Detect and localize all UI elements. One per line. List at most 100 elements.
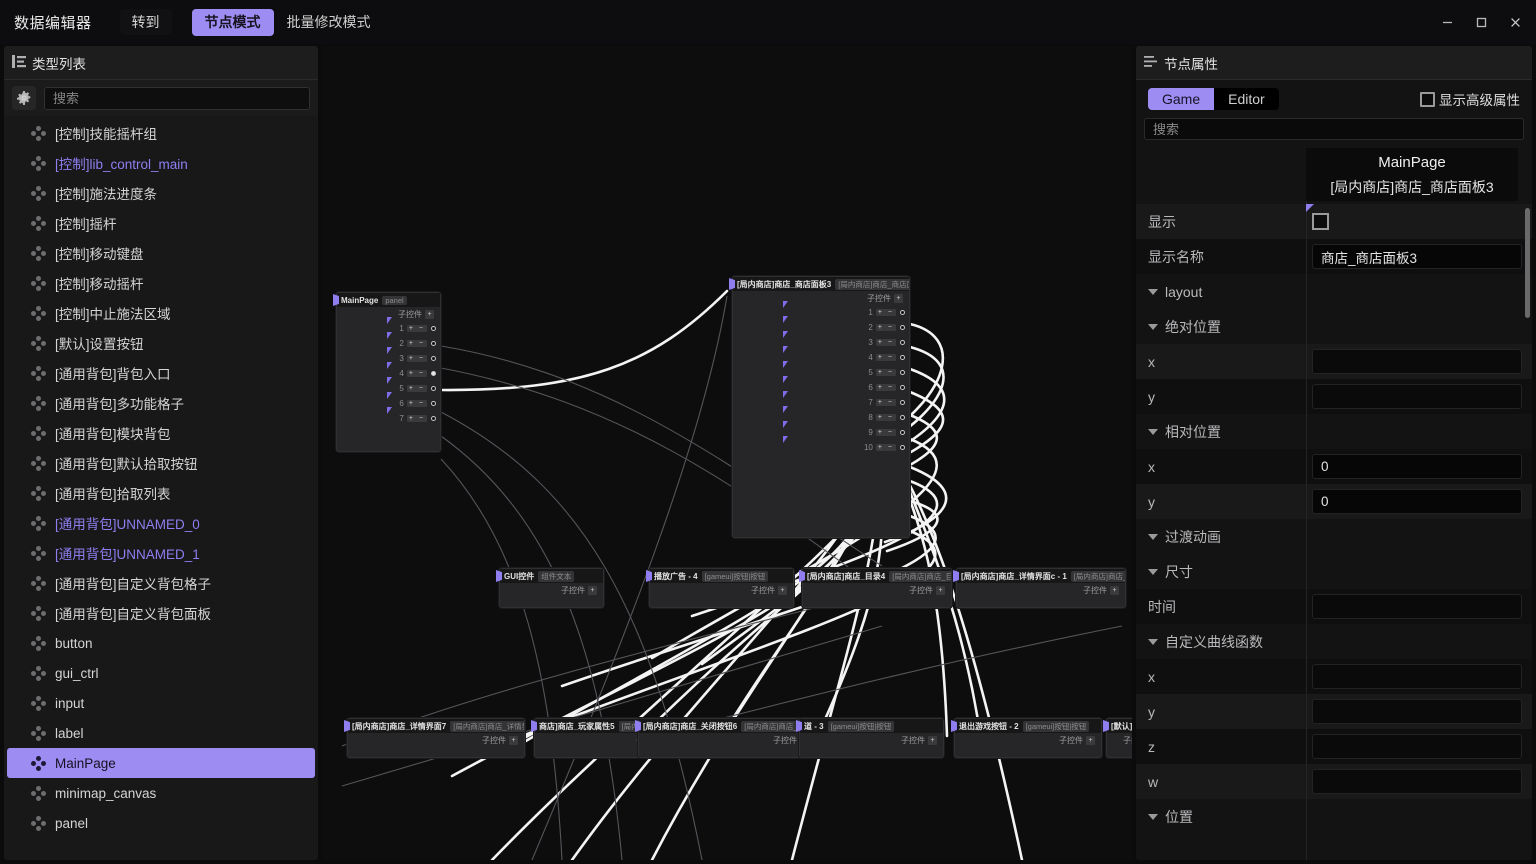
node-port-row[interactable]: 7 + − (337, 407, 440, 426)
port-add-remove-button[interactable]: + − (875, 369, 896, 376)
graph-node[interactable]: 退出游戏按钮 - 2 [gameui]按钮|按钮 子控件 + (951, 718, 1102, 758)
type-list-item[interactable]: [通用背包]模块背包 (7, 418, 315, 448)
segment-game[interactable]: Game (1148, 88, 1215, 110)
add-child-button[interactable]: + (588, 585, 597, 595)
type-list-item[interactable]: [通用背包]自定义背包格子 (7, 568, 315, 598)
type-list-item[interactable]: [控制]移动键盘 (7, 238, 315, 268)
port-add-remove-button[interactable]: + − (406, 340, 427, 347)
type-list-item[interactable]: [通用背包]默认拾取按钮 (7, 448, 315, 478)
port-connector[interactable] (431, 386, 436, 391)
port-add-remove-button[interactable]: + − (406, 400, 427, 407)
segment-editor[interactable]: Editor (1214, 88, 1279, 110)
add-child-button[interactable]: + (928, 735, 937, 745)
port-add-remove-button[interactable]: + − (875, 354, 896, 361)
node-port-row[interactable]: 4 + − (733, 346, 909, 365)
chevron-down-icon[interactable] (1148, 813, 1158, 820)
property-search-input[interactable] (1144, 118, 1524, 140)
port-connector[interactable] (900, 385, 905, 390)
port-connector[interactable] (900, 430, 905, 435)
type-list-item[interactable]: [通用背包]自定义背包面板 (7, 598, 315, 628)
type-list-item[interactable]: [控制]技能摇杆组 (7, 118, 315, 148)
add-child-button[interactable]: + (509, 735, 518, 745)
property-text-field[interactable] (1312, 384, 1522, 409)
node-port-row[interactable]: 5 + − (733, 361, 909, 380)
graph-node[interactable]: [局内商店]商店_关闭按钮6[局内商店]商店_关闭按钮子控件+ (635, 718, 816, 758)
property-text-field[interactable] (1312, 594, 1522, 619)
port-connector[interactable] (431, 356, 436, 361)
add-child-button[interactable]: + (894, 293, 903, 303)
type-list-item[interactable]: [通用背包]拾取列表 (7, 478, 315, 508)
property-text-field[interactable] (1312, 349, 1522, 374)
goto-button[interactable]: 转到 (119, 9, 172, 35)
port-connector[interactable] (900, 340, 905, 345)
port-add-remove-button[interactable]: + − (875, 324, 896, 331)
node-port-row[interactable]: 1 + − (733, 301, 909, 320)
tab-batch-mode[interactable]: 批量修改模式 (274, 9, 384, 36)
type-list-item[interactable]: minimap_canvas (7, 778, 315, 808)
graph-node[interactable]: [局内商店]商店_目录4[局内商店]商店_目录子控件+ (799, 568, 952, 608)
graph-node[interactable]: [局内商店]商店_详情界面c - 1[局内商店]商店_详情界子控件+ (953, 568, 1126, 608)
search-input[interactable] (44, 86, 310, 110)
type-list-item[interactable]: [通用背包]UNNAMED_0 (7, 508, 315, 538)
port-add-remove-button[interactable]: + − (875, 414, 896, 421)
node-port-row[interactable]: 8 + − (733, 406, 909, 425)
property-table[interactable]: MainPage [局内商店]商店_商店面板3 显示 显示名称 商店_商店面板3 la… (1136, 148, 1532, 860)
port-add-remove-button[interactable]: + − (875, 339, 896, 346)
minimize-icon[interactable] (1430, 7, 1464, 37)
type-list-item[interactable]: panel (7, 808, 315, 838)
graph-node[interactable]: 道 - 3 [gameui]按钮|按钮 子控件 + (796, 718, 944, 758)
property-text-field[interactable]: 0 (1312, 454, 1522, 479)
type-list-item[interactable]: input (7, 688, 315, 718)
node-port-row[interactable]: 10 + − (733, 436, 909, 455)
node-port-row[interactable]: 7 + − (733, 391, 909, 410)
type-list-item[interactable]: [控制]中止施法区域 (7, 298, 315, 328)
port-add-remove-button[interactable]: + − (406, 385, 427, 392)
type-list-item[interactable]: label (7, 718, 315, 748)
port-connector[interactable] (431, 326, 436, 331)
properties-scrollbar[interactable] (1525, 208, 1530, 318)
graph-node[interactable]: GUI控件 组件文本 子控件 + (496, 568, 604, 608)
type-list-item[interactable]: gui_ctrl (7, 658, 315, 688)
property-text-field[interactable] (1312, 734, 1522, 759)
port-add-remove-button[interactable]: + − (875, 309, 896, 316)
port-connector[interactable] (900, 355, 905, 360)
port-connector[interactable] (900, 310, 905, 315)
port-add-remove-button[interactable]: + − (875, 384, 896, 391)
property-text-field[interactable] (1312, 699, 1522, 724)
property-text-field[interactable]: 商店_商店面板3 (1312, 244, 1522, 269)
port-add-remove-button[interactable]: + − (875, 444, 896, 451)
show-advanced-toggle[interactable]: 显示高级属性 (1420, 89, 1520, 109)
chevron-down-icon[interactable] (1148, 428, 1158, 435)
close-icon[interactable] (1498, 7, 1532, 37)
port-connector[interactable] (900, 325, 905, 330)
node-graph-canvas[interactable]: MainPage panel 子控件 +1 + −2 + −3 + −4 + −5 + −6 + … (322, 46, 1132, 860)
type-list-item[interactable]: button (7, 628, 315, 658)
gear-icon[interactable] (12, 86, 36, 110)
node-port-row[interactable]: 3 + − (733, 331, 909, 350)
graph-node[interactable]: [局内商店]商店_商店面板3[局内商店]商店_商店面板子控件+1+ −2+ −3… (729, 276, 910, 538)
add-child-button[interactable]: + (1086, 735, 1095, 745)
add-child-button[interactable]: + (425, 309, 434, 319)
node-port-row[interactable]: 6 + − (733, 376, 909, 395)
add-child-button[interactable]: + (1110, 585, 1119, 595)
port-connector[interactable] (900, 400, 905, 405)
node-port-row[interactable]: 9 + − (733, 421, 909, 440)
port-connector[interactable] (900, 370, 905, 375)
type-list-item[interactable]: [控制]摇杆 (7, 208, 315, 238)
graph-node[interactable]: MainPage panel 子控件 +1 + −2 + −3 + −4 + −5 + −6 + … (333, 292, 441, 452)
add-child-button[interactable]: + (778, 585, 787, 595)
advanced-checkbox[interactable] (1420, 91, 1435, 107)
chevron-down-icon[interactable] (1148, 533, 1158, 540)
port-connector[interactable] (431, 341, 436, 346)
type-list-item[interactable]: [通用背包]背包入口 (7, 358, 315, 388)
property-text-field[interactable] (1312, 664, 1522, 689)
node-port-row[interactable]: 2 + − (733, 316, 909, 335)
chevron-down-icon[interactable] (1148, 638, 1158, 645)
type-list-item[interactable]: [控制]施法进度条 (7, 178, 315, 208)
type-list-item[interactable]: MainPage (7, 748, 315, 778)
port-add-remove-button[interactable]: + − (406, 325, 427, 332)
chevron-down-icon[interactable] (1148, 288, 1158, 295)
type-list-item[interactable]: [控制]lib_control_main (7, 148, 315, 178)
maximize-icon[interactable] (1464, 7, 1498, 37)
port-connector[interactable] (431, 371, 436, 376)
